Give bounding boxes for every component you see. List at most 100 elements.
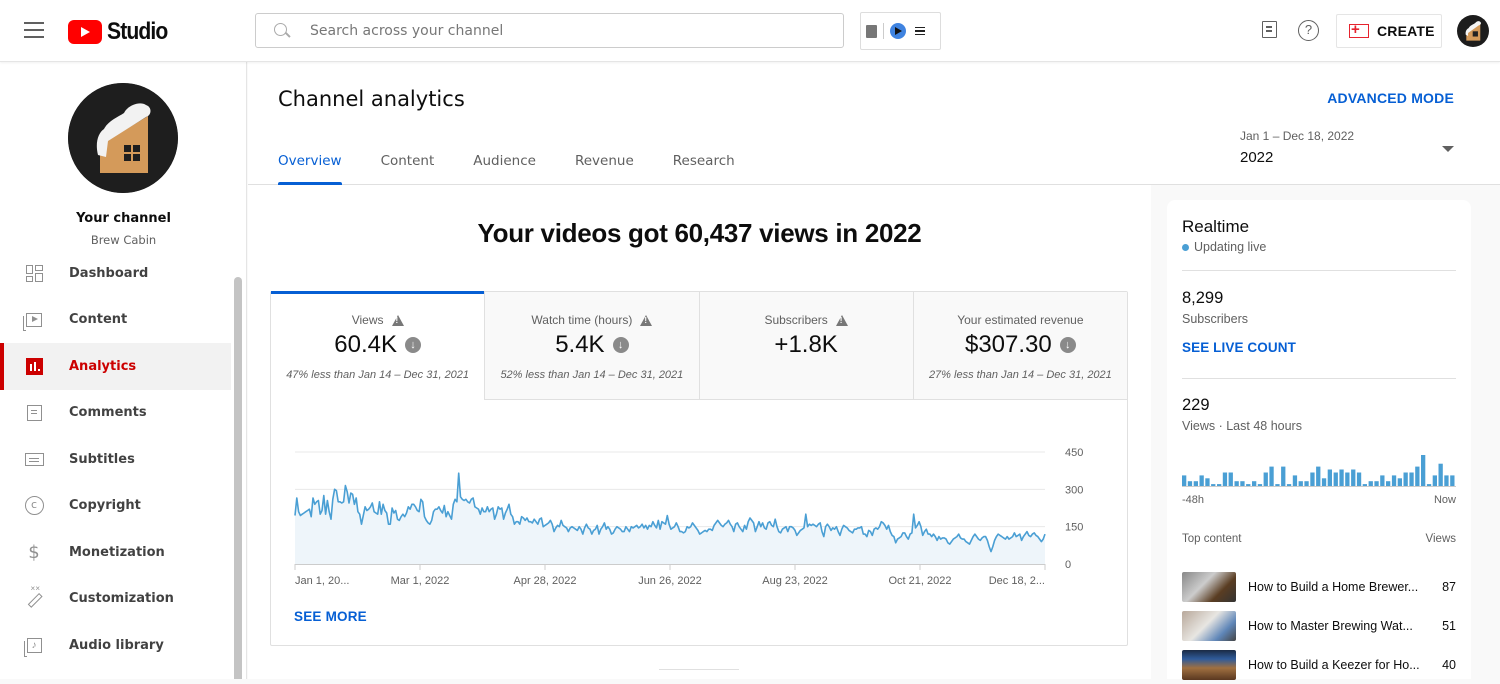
- video-plus-icon: [1349, 21, 1369, 38]
- x-tick-label: Oct 21, 2022: [889, 575, 952, 587]
- metric-label: Your estimated revenue: [957, 313, 1084, 327]
- realtime-bar: [1333, 472, 1338, 486]
- logo-text: Studio: [107, 18, 168, 45]
- tab-research[interactable]: Research: [673, 143, 735, 185]
- sidebar-item-copyright[interactable]: c Copyright: [0, 483, 231, 530]
- cabin-logo-icon: [68, 83, 178, 193]
- copyright-icon: c: [24, 496, 44, 516]
- warning-icon[interactable]: [391, 314, 404, 326]
- hamburger-icon[interactable]: [24, 22, 44, 38]
- sidebar-scrollbar[interactable]: [234, 277, 242, 679]
- help-icon[interactable]: ?: [1298, 20, 1319, 41]
- create-button[interactable]: CREATE: [1336, 14, 1442, 48]
- video-thumbnail: [1182, 649, 1236, 680]
- realtime-bar: [1356, 472, 1362, 486]
- divider: [659, 669, 739, 670]
- realtime-bar: [1257, 484, 1263, 486]
- extension-play-icon[interactable]: [890, 23, 906, 39]
- subtitles-icon: [24, 449, 44, 469]
- realtime-bar: [1386, 481, 1391, 486]
- realtime-bar: [1432, 475, 1437, 486]
- tab-audience[interactable]: Audience: [473, 143, 536, 185]
- sidebar-item-customization[interactable]: Customization: [0, 576, 231, 623]
- account-avatar[interactable]: [1457, 15, 1489, 47]
- channel-name: Brew Cabin: [90, 233, 157, 247]
- customization-icon: [24, 584, 44, 609]
- sidebar-item-label: Subtitles: [69, 451, 135, 467]
- realtime-bar: [1351, 469, 1356, 486]
- sidebar-item-analytics[interactable]: Analytics: [0, 343, 231, 390]
- divider: [1182, 378, 1456, 379]
- see-live-count-button[interactable]: SEE LIVE COUNT: [1182, 340, 1296, 355]
- analytics-icon: [24, 356, 44, 376]
- channel-avatar[interactable]: [68, 83, 178, 193]
- realtime-bar: [1182, 475, 1187, 486]
- tab-content[interactable]: Content: [381, 143, 435, 185]
- x-tick-label: Mar 1, 2022: [391, 575, 450, 587]
- sidebar-item-dashboard[interactable]: Dashboard: [0, 250, 231, 297]
- video-title: How to Master Brewing Wat...: [1248, 618, 1413, 633]
- feedback-icon[interactable]: [1262, 21, 1277, 38]
- metric-revenue[interactable]: Your estimated revenue $307.30 ↓ 27% less…: [913, 292, 1127, 400]
- realtime-bar: [1321, 478, 1327, 486]
- sidebar-item-label: Analytics: [69, 358, 137, 374]
- comments-icon: [24, 403, 44, 423]
- analytics-tabs: Overview Content Audience Revenue Resear…: [278, 143, 774, 185]
- metric-label: Watch time (hours): [531, 313, 633, 327]
- analytics-header: Channel analytics ADVANCED MODE Overview…: [248, 62, 1500, 185]
- search-box[interactable]: [255, 13, 844, 48]
- realtime-bar: [1269, 466, 1274, 486]
- list-item[interactable]: How to Build a Home Brewer... 87: [1182, 567, 1456, 606]
- video-views: 87: [1442, 579, 1456, 594]
- realtime-bar: [1275, 484, 1280, 486]
- extension-toolbar[interactable]: [860, 12, 941, 50]
- studio-logo[interactable]: Studio: [68, 18, 176, 46]
- sidebar-item-comments[interactable]: Comments: [0, 390, 231, 437]
- warning-icon[interactable]: [640, 314, 653, 326]
- metric-subscribers[interactable]: Subscribers +1.8K: [699, 292, 914, 400]
- sidebar-item-subtitles[interactable]: Subtitles: [0, 436, 231, 483]
- realtime-bar: [1199, 475, 1204, 486]
- views-chart[interactable]: 0 150 300 450 Jan 1, 20... Mar 1, 2022 Apr 28,…: [271, 400, 1127, 600]
- realtime-status: Updating live: [1182, 240, 1266, 254]
- sidebar-nav: Dashboard Content Analytics Comments Sub…: [0, 250, 231, 669]
- realtime-views-bar-chart[interactable]: [1182, 450, 1456, 487]
- metric-watch-time[interactable]: Watch time (hours) 5.4K ↓ 52% less than J…: [485, 292, 700, 400]
- video-views: 51: [1442, 618, 1456, 633]
- realtime-bar: [1438, 463, 1443, 486]
- y-tick-label: 450: [1065, 447, 1083, 459]
- realtime-bar: [1298, 481, 1303, 486]
- advanced-mode-button[interactable]: ADVANCED MODE: [1327, 90, 1454, 106]
- y-tick-label: 300: [1065, 484, 1083, 496]
- realtime-bar: [1327, 469, 1332, 486]
- y-tick-label: 0: [1065, 559, 1071, 571]
- live-dot-icon: [1182, 243, 1189, 251]
- list-item[interactable]: How to Build a Keezer for Ho... 40: [1182, 645, 1456, 684]
- metric-comparison: 27% less than Jan 14 – Dec 31, 2021: [928, 369, 1112, 381]
- overview-panel: Your videos got 60,437 views in 2022 Vie…: [248, 185, 1151, 679]
- realtime-bar: [1234, 481, 1239, 486]
- sidebar-item-label: Comments: [69, 405, 147, 421]
- warning-icon[interactable]: [835, 314, 848, 326]
- tab-overview[interactable]: Overview: [278, 143, 342, 185]
- realtime-bar: [1187, 481, 1193, 486]
- sidebar-item-monetization[interactable]: $ Monetization: [0, 529, 231, 576]
- metric-views[interactable]: Views 60.4K ↓ 47% less than Jan 14 – Dec …: [271, 291, 486, 400]
- tab-revenue[interactable]: Revenue: [575, 143, 634, 185]
- search-input[interactable]: [310, 22, 843, 39]
- sidebar-item-audio-library[interactable]: ♪ Audio library: [0, 622, 231, 669]
- realtime-bar: [1426, 484, 1432, 486]
- date-range-picker[interactable]: Jan 1 – Dec 18, 2022 2022: [1240, 129, 1458, 171]
- realtime-card: Realtime Updating live 8,299 Subscribers…: [1167, 200, 1471, 680]
- list-item[interactable]: How to Master Brewing Wat... 51: [1182, 606, 1456, 645]
- extension-menu-icon[interactable]: [915, 27, 925, 35]
- sidebar-item-label: Audio library: [69, 637, 164, 653]
- sidebar-item-content[interactable]: Content: [0, 297, 231, 344]
- metric-comparison: 47% less than Jan 14 – Dec 31, 2021: [286, 369, 470, 381]
- realtime-bar: [1286, 484, 1292, 486]
- trend-down-icon: ↓: [404, 337, 421, 353]
- see-more-button[interactable]: SEE MORE: [294, 609, 367, 624]
- extension-chart-icon[interactable]: [866, 24, 877, 38]
- realtime-bar: [1193, 481, 1198, 486]
- realtime-bar: [1228, 472, 1233, 486]
